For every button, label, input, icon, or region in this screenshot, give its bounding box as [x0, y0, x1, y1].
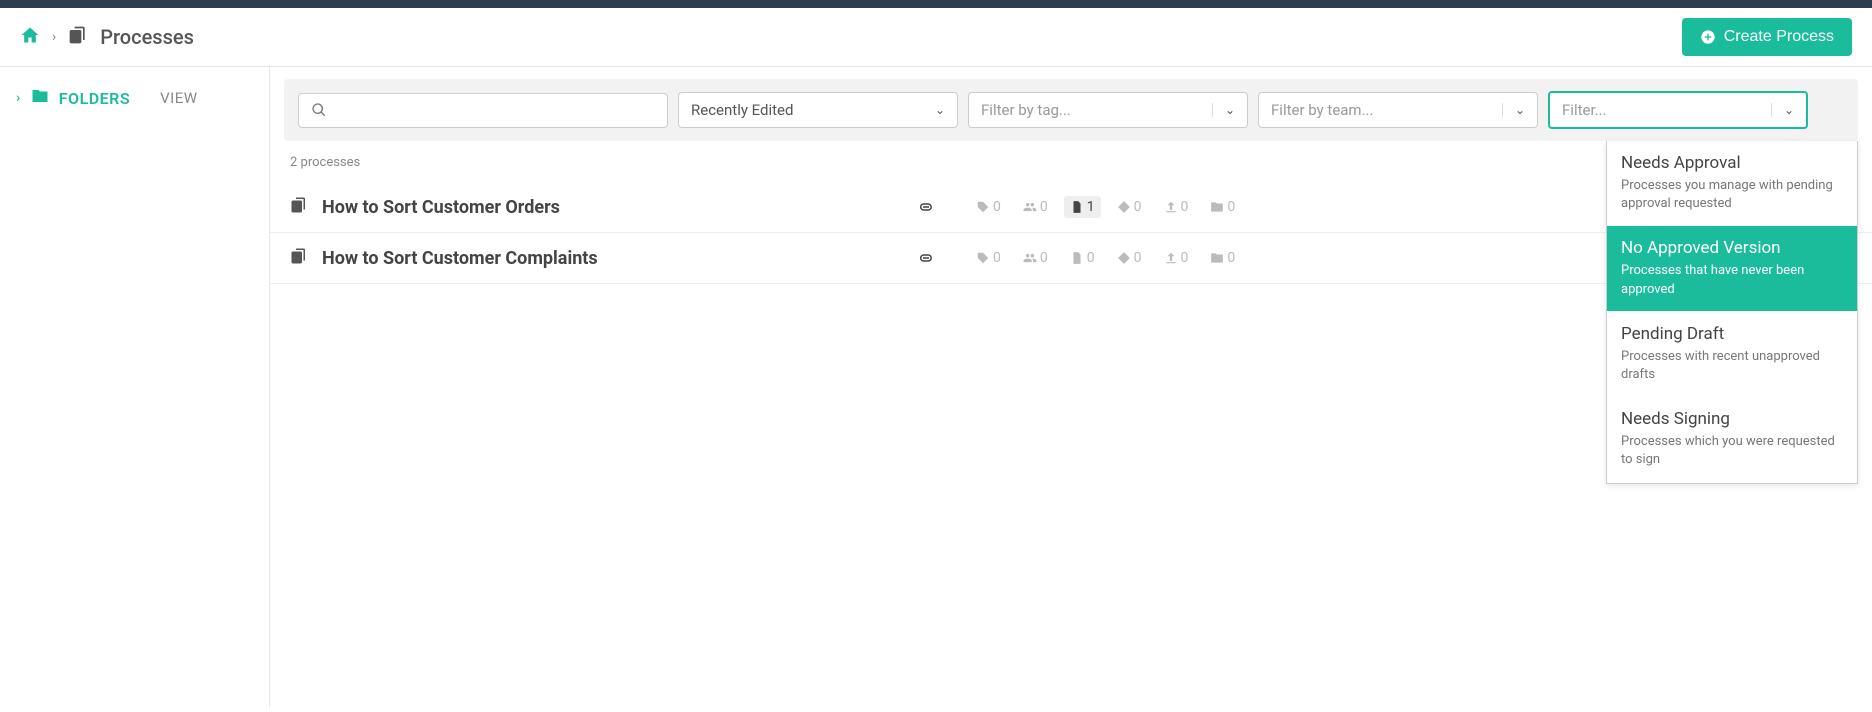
- filter-option-title: No Approved Version: [1621, 238, 1843, 258]
- filter-bar: Recently Edited ⌄ Filter by tag... ⌄ Fil…: [284, 79, 1858, 141]
- filter-option[interactable]: Needs Approval Processes you manage with…: [1607, 141, 1857, 226]
- stat-files[interactable]: 1: [1064, 196, 1101, 218]
- process-icon: [290, 196, 308, 218]
- processes-icon: [68, 25, 88, 50]
- stat-uploads[interactable]: 0: [1158, 196, 1195, 218]
- search-icon: [311, 102, 327, 118]
- filter-option-desc: Processes that have never been approved: [1621, 262, 1843, 298]
- sort-select[interactable]: Recently Edited ⌄: [678, 92, 958, 128]
- page-title: Processes: [100, 25, 194, 49]
- filter-dropdown-panel[interactable]: Needs Approval Processes you manage with…: [1606, 141, 1858, 484]
- process-title[interactable]: How to Sort Customer Complaints: [322, 248, 882, 269]
- link-icon[interactable]: [896, 198, 956, 216]
- stat-folders[interactable]: 0: [1204, 247, 1241, 269]
- status-filter-placeholder: Filter...: [1562, 101, 1607, 119]
- link-icon[interactable]: [896, 249, 956, 267]
- sort-value: Recently Edited: [691, 101, 793, 119]
- process-stats: 0 0 1 0 0 0: [970, 196, 1241, 218]
- filter-option[interactable]: No Approved Version Processes that have …: [1607, 226, 1857, 311]
- create-process-label: Create Process: [1724, 28, 1834, 46]
- process-stats: 0 0 0 0 0 0: [970, 247, 1241, 269]
- filter-option-desc: Processes you manage with pending approv…: [1621, 177, 1843, 213]
- folders-toggle[interactable]: › FOLDERS VIEW: [16, 87, 253, 109]
- page-header: › Processes Create Process: [0, 8, 1872, 67]
- stat-folders[interactable]: 0: [1204, 196, 1241, 218]
- filter-option-title: Pending Draft: [1621, 324, 1843, 344]
- plus-icon: [1700, 29, 1716, 45]
- chevron-down-icon: ⌄: [923, 103, 945, 117]
- process-icon: [290, 247, 308, 269]
- main-area: › FOLDERS VIEW Recently Edited ⌄ Filter …: [0, 67, 1872, 707]
- tag-filter-placeholder: Filter by tag...: [981, 101, 1071, 119]
- filter-option-title: Needs Approval: [1621, 153, 1843, 173]
- stat-users[interactable]: 0: [1017, 247, 1054, 269]
- stat-uploads[interactable]: 0: [1158, 247, 1195, 269]
- window-topbar: [0, 0, 1872, 8]
- home-icon[interactable]: [20, 25, 40, 50]
- stat-files[interactable]: 0: [1064, 247, 1101, 269]
- folder-icon: [31, 87, 49, 109]
- tag-filter-select[interactable]: Filter by tag... ⌄: [968, 92, 1248, 128]
- stat-reviews[interactable]: 0: [1111, 247, 1148, 269]
- stat-users[interactable]: 0: [1017, 196, 1054, 218]
- breadcrumb: › Processes: [20, 25, 194, 50]
- search-input[interactable]: [335, 102, 655, 119]
- sidebar: › FOLDERS VIEW: [0, 67, 270, 707]
- team-filter-placeholder: Filter by team...: [1271, 101, 1373, 119]
- team-filter-select[interactable]: Filter by team... ⌄: [1258, 92, 1538, 128]
- filter-option[interactable]: Pending Draft Processes with recent unap…: [1607, 312, 1857, 397]
- folders-label: FOLDERS: [59, 89, 130, 108]
- chevron-right-icon: ›: [52, 29, 56, 45]
- filter-option-desc: Processes with recent unapproved drafts: [1621, 348, 1843, 384]
- chevron-right-icon: ›: [16, 90, 21, 106]
- chevron-down-icon: ⌄: [1212, 103, 1235, 117]
- stat-tags[interactable]: 0: [970, 196, 1007, 218]
- content: Recently Edited ⌄ Filter by tag... ⌄ Fil…: [270, 67, 1872, 707]
- view-link[interactable]: VIEW: [160, 89, 197, 107]
- search-box[interactable]: [298, 93, 668, 128]
- process-title[interactable]: How to Sort Customer Orders: [322, 197, 882, 218]
- chevron-down-icon: ⌄: [1502, 103, 1525, 117]
- chevron-down-icon: ⌄: [1771, 103, 1794, 117]
- filter-option-desc: Processes which you were requested to si…: [1621, 433, 1843, 469]
- stat-tags[interactable]: 0: [970, 247, 1007, 269]
- filter-option[interactable]: Needs Signing Processes which you were r…: [1607, 397, 1857, 482]
- filter-option-title: Needs Signing: [1621, 409, 1843, 429]
- stat-reviews[interactable]: 0: [1111, 196, 1148, 218]
- status-filter-select[interactable]: Filter... ⌄: [1548, 91, 1808, 129]
- create-process-button[interactable]: Create Process: [1682, 18, 1852, 56]
